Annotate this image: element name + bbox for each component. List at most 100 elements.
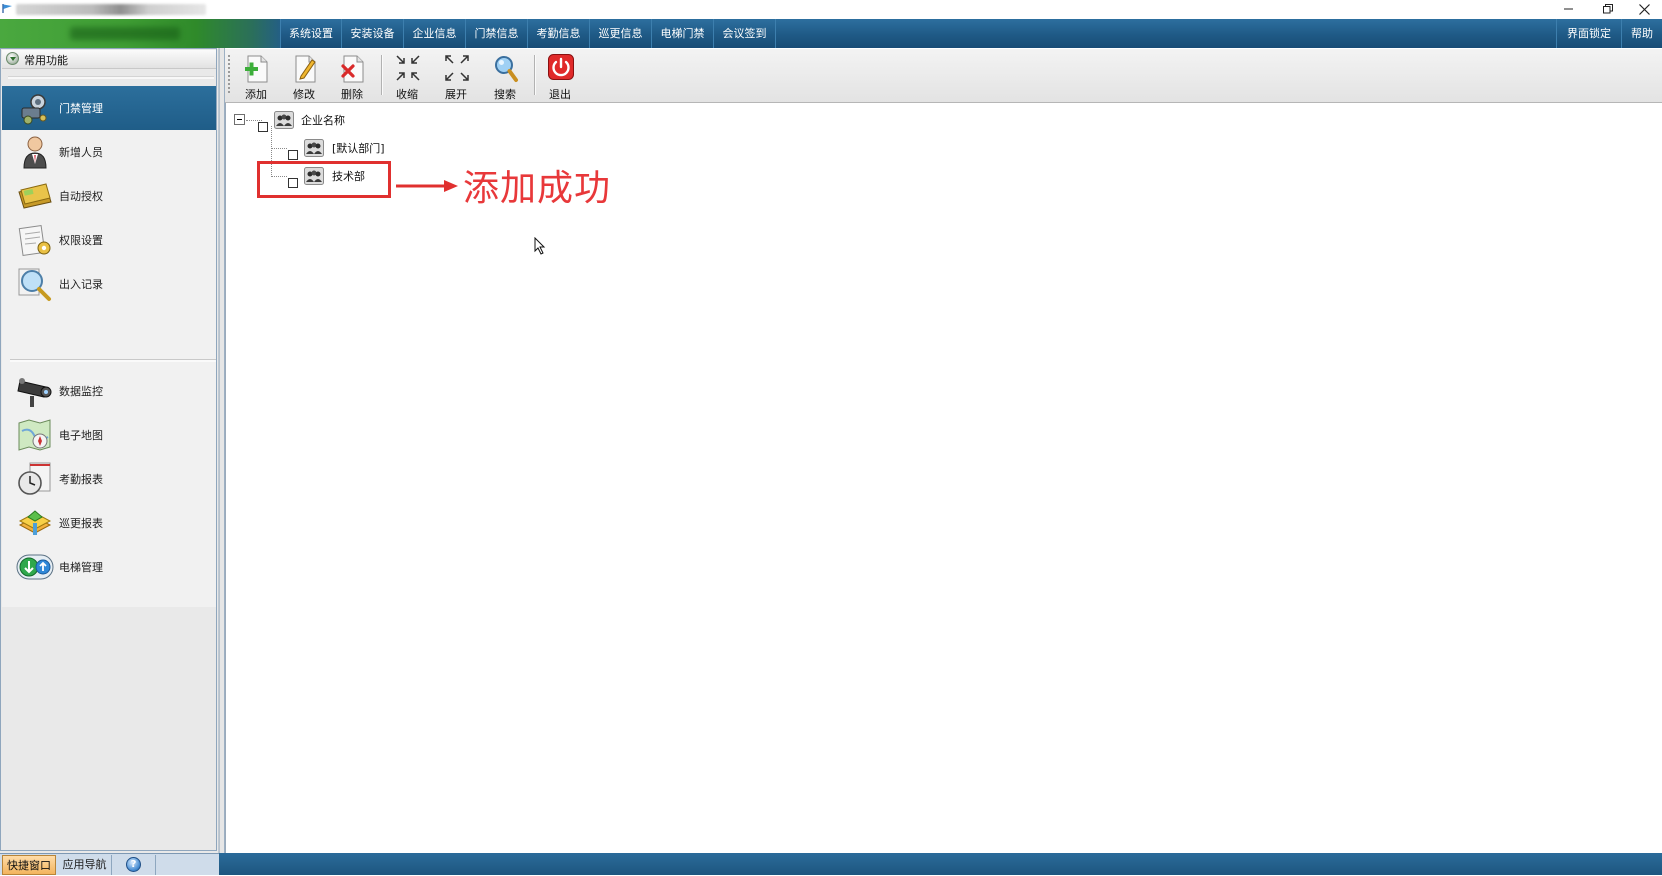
menu-lock-ui[interactable]: 界面锁定 xyxy=(1556,19,1622,48)
menu-patrol-info[interactable]: 巡更信息 xyxy=(590,19,652,48)
collapse-button-label: 收缩 xyxy=(396,88,418,101)
edit-pencil-icon xyxy=(295,55,316,83)
sidebar-item-patrol-report[interactable]: 巡更报表 xyxy=(2,501,216,545)
sidebar-menu: 门禁管理 新增人员 自动授权 权限设置 出入记录 数据监控 电子地图 考勤报表 … xyxy=(2,86,216,607)
clock-report-icon xyxy=(18,462,51,495)
restore-button[interactable] xyxy=(1590,0,1626,19)
expand-button[interactable]: 展开 xyxy=(433,52,479,101)
title-bar xyxy=(0,0,1662,19)
card-icon xyxy=(18,183,52,209)
exit-button-label: 退出 xyxy=(549,88,571,101)
menu-bar: 系统设置 安装设备 企业信息 门禁信息 考勤信息 巡更信息 电梯门禁 会议签到 … xyxy=(0,19,1662,48)
tree-checkbox[interactable] xyxy=(258,122,268,132)
window-title xyxy=(16,4,206,15)
status-bar xyxy=(219,853,1662,875)
tree-line xyxy=(271,148,287,149)
sidebar-item-label: 权限设置 xyxy=(59,234,103,247)
sidebar-divider xyxy=(8,76,214,79)
menu-system-settings[interactable]: 系统设置 xyxy=(280,19,342,48)
search-button-label: 搜索 xyxy=(494,88,516,101)
sidebar-item-e-map[interactable]: 电子地图 xyxy=(2,413,216,457)
annotation-label: 添加成功 xyxy=(463,168,612,209)
person-icon xyxy=(23,136,47,169)
restore-icon xyxy=(1603,4,1613,14)
collapse-chevron-icon[interactable] xyxy=(6,52,19,65)
sidebar-item-label: 电梯管理 xyxy=(59,561,103,574)
close-icon xyxy=(1639,4,1650,15)
toolbar: 添加 修改 删除 收缩 展开 搜索 退出 xyxy=(225,49,1662,103)
brand-logo xyxy=(70,27,180,40)
tree-node-default-dept[interactable]: [默认部门] xyxy=(332,140,385,156)
group-icon xyxy=(304,139,324,157)
sidebar-item-access-control[interactable]: 门禁管理 xyxy=(2,86,216,130)
sidebar-item-permission[interactable]: 权限设置 xyxy=(2,218,216,262)
tab-app-navigation[interactable]: 应用导航 xyxy=(58,855,112,875)
magnifier-icon xyxy=(18,268,51,301)
sidebar-item-label: 新增人员 xyxy=(59,146,103,159)
tree-collapse-toggle[interactable] xyxy=(234,114,245,125)
edit-button-label: 修改 xyxy=(293,88,315,101)
delete-button[interactable]: 删除 xyxy=(329,52,375,101)
mouse-cursor-icon xyxy=(534,237,546,255)
collapse-arrows-icon xyxy=(396,55,420,81)
search-button[interactable]: 搜索 xyxy=(482,52,528,101)
tab-help[interactable]: ? xyxy=(114,855,156,875)
map-icon xyxy=(18,419,51,451)
toolbar-separator xyxy=(534,55,536,95)
sidebar-header-label: 常用功能 xyxy=(24,54,68,67)
menu-help[interactable]: 帮助 xyxy=(1622,19,1662,48)
camera-icon xyxy=(17,378,52,407)
minimize-button[interactable] xyxy=(1551,0,1587,19)
add-button[interactable]: 添加 xyxy=(233,52,279,101)
menu-meeting-signin[interactable]: 会议签到 xyxy=(714,19,776,48)
access-control-icon xyxy=(21,94,47,125)
sidebar-header[interactable]: 常用功能 xyxy=(2,50,216,69)
power-icon xyxy=(548,54,574,80)
expand-arrows-icon xyxy=(445,55,469,81)
sidebar-item-auto-authorize[interactable]: 自动授权 xyxy=(2,174,216,218)
sidebar-item-access-records[interactable]: 出入记录 xyxy=(2,262,216,306)
tree-node-root[interactable]: 企业名称 xyxy=(301,112,345,128)
tab-quick-window[interactable]: 快捷窗口 xyxy=(2,855,56,875)
tree-line xyxy=(246,120,262,121)
group-icon xyxy=(274,111,294,129)
sidebar-item-attendance-report[interactable]: 考勤报表 xyxy=(2,457,216,501)
sidebar-item-add-person[interactable]: 新增人员 xyxy=(2,130,216,174)
expand-button-label: 展开 xyxy=(445,88,467,101)
tree-checkbox[interactable] xyxy=(288,150,298,160)
search-icon xyxy=(495,56,518,82)
menu-access-info[interactable]: 门禁信息 xyxy=(466,19,528,48)
sidebar-bottom-tabs: 快捷窗口 应用导航 ? xyxy=(0,853,219,875)
edit-button[interactable]: 修改 xyxy=(281,52,327,101)
sidebar-item-elevator[interactable]: 电梯管理 xyxy=(2,545,216,589)
menu-company-info[interactable]: 企业信息 xyxy=(404,19,466,48)
close-button[interactable] xyxy=(1626,0,1662,19)
exit-button[interactable]: 退出 xyxy=(537,52,583,101)
add-button-label: 添加 xyxy=(245,88,267,101)
help-icon: ? xyxy=(126,857,141,872)
collapse-button[interactable]: 收缩 xyxy=(384,52,430,101)
menu-install-device[interactable]: 安装设备 xyxy=(342,19,404,48)
menu-elevator-access[interactable]: 电梯门禁 xyxy=(652,19,714,48)
sidebar-item-data-monitor[interactable]: 数据监控 xyxy=(2,369,216,413)
delete-document-icon xyxy=(341,55,364,83)
sidebar-item-label: 数据监控 xyxy=(59,385,103,398)
permission-icon xyxy=(18,225,51,256)
sidebar-item-label: 巡更报表 xyxy=(59,517,103,530)
menu-attendance-info[interactable]: 考勤信息 xyxy=(528,19,590,48)
sidebar: 常用功能 门禁管理 新增人员 自动授权 权限设置 出入记录 数据监控 电子地图 … xyxy=(0,48,219,853)
highlight-box xyxy=(257,161,391,198)
elevator-icon xyxy=(16,554,54,580)
toolbar-grip[interactable] xyxy=(228,55,230,95)
patrol-icon xyxy=(18,510,52,535)
sidebar-item-label: 门禁管理 xyxy=(59,102,103,115)
brand-banner xyxy=(0,19,280,48)
sidebar-item-label: 自动授权 xyxy=(59,190,103,203)
app-flag-icon xyxy=(2,4,12,13)
sidebar-item-label: 出入记录 xyxy=(59,278,103,291)
sidebar-item-label: 电子地图 xyxy=(59,429,103,442)
add-document-icon xyxy=(245,55,268,83)
delete-button-label: 删除 xyxy=(341,88,363,101)
sidebar-item-label: 考勤报表 xyxy=(59,473,103,486)
sidebar-divider xyxy=(10,359,216,362)
